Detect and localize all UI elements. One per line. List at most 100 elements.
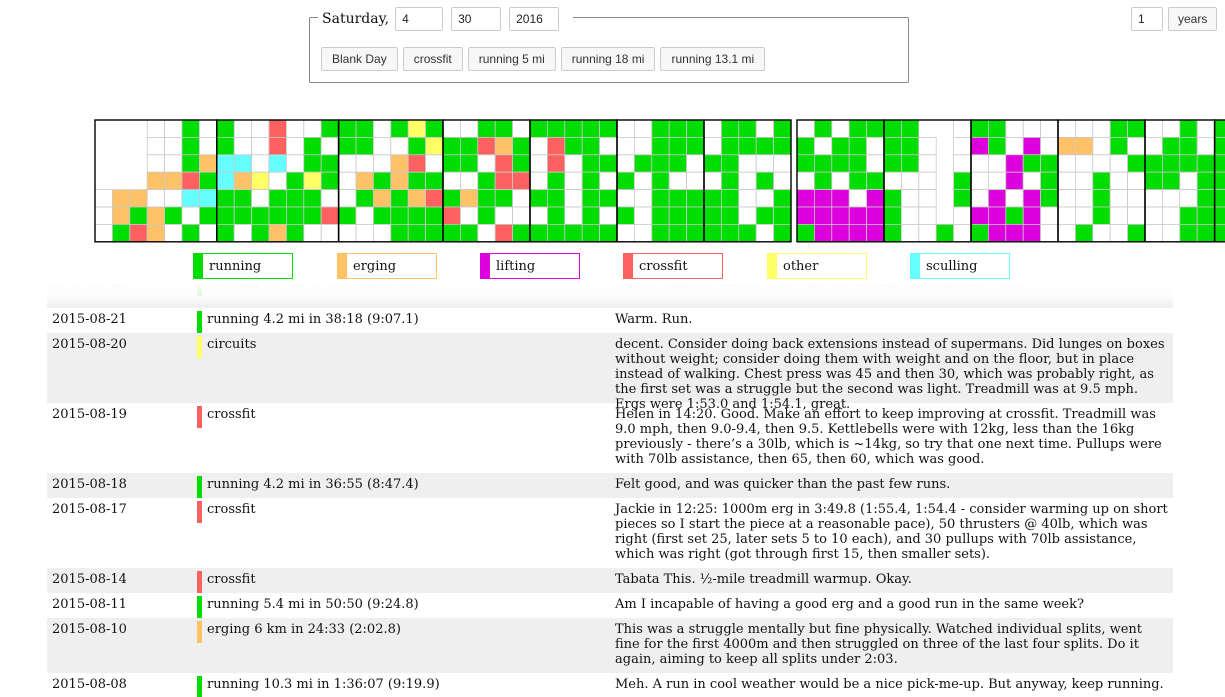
calendar-day-empty[interactable] [1040,223,1059,243]
calendar-day-running[interactable] [796,136,815,156]
calendar-day-empty[interactable] [1092,223,1111,243]
calendar-day-running[interactable] [1092,189,1111,208]
calendar-day-empty[interactable] [198,223,218,243]
calendar-day-empty[interactable] [953,206,972,225]
calendar-day-empty[interactable] [1196,136,1215,156]
calendar-day-empty[interactable] [1109,189,1128,208]
calendar-day-empty[interactable] [1162,206,1181,225]
calendar-day-running[interactable] [883,189,902,208]
calendar-day-erging[interactable] [1075,136,1094,156]
calendar-day-running[interactable] [1162,171,1181,190]
calendar-day-running[interactable] [738,223,757,243]
calendar-day-empty[interactable] [1057,154,1076,173]
calendar-day-empty[interactable] [1127,171,1146,190]
calendar-day-empty[interactable] [564,206,583,225]
calendar-day-running[interactable] [564,223,583,243]
calendar-day-empty[interactable] [338,189,357,208]
calendar-day-empty[interactable] [773,171,792,190]
log-row[interactable]: 2015-08-20 circuits decent. Consider doing… [47,333,1173,412]
calendar-day-running[interactable] [1162,136,1181,156]
calendar-day-empty[interactable] [918,136,937,156]
calendar-day-running[interactable] [581,189,601,208]
calendar-day-running[interactable] [425,206,444,225]
calendar-day-running[interactable] [651,136,670,156]
calendar-day-running[interactable] [970,119,989,138]
calendar-day-running[interactable] [303,206,322,225]
calendar-day-running[interactable] [883,119,902,138]
calendar-day-running[interactable] [814,171,833,190]
calendar-day-running[interactable] [494,189,514,208]
calendar-day-running[interactable] [866,119,885,138]
calendar-day-empty[interactable] [755,154,775,173]
calendar-day-running[interactable] [814,154,833,173]
calendar-day-erging[interactable] [407,189,427,208]
calendar-day-empty[interactable] [866,154,885,173]
calendar-day-running[interactable] [721,223,740,243]
calendar-day-empty[interactable] [198,119,218,138]
calendar-day-running[interactable] [233,206,252,225]
calendar-day-running[interactable] [1214,171,1225,190]
calendar-day-running[interactable] [529,189,548,208]
calendar-day-running[interactable] [581,223,601,243]
calendar-day-running[interactable] [668,136,688,156]
calendar-day-empty[interactable] [1127,189,1146,208]
calendar-day-running[interactable] [547,206,566,225]
calendar-day-running[interactable] [901,154,920,173]
calendar-day-running[interactable] [599,154,618,173]
calendar-day-empty[interactable] [703,171,722,190]
calendar-day-empty[interactable] [512,206,531,225]
calendar-day-empty[interactable] [1040,206,1059,225]
calendar-day-empty[interactable] [1022,119,1042,138]
calendar-day-running[interactable] [616,206,635,225]
calendar-day-empty[interactable] [668,171,688,190]
calendar-day-running[interactable] [285,189,305,208]
calendar-day-erging[interactable] [112,206,131,225]
calendar-day-running[interactable] [686,189,705,208]
log-row[interactable]: 2015-08-21 running 4.2 mi in 38:18 (9:07.… [47,308,1173,333]
calendar-day-running[interactable] [529,119,548,138]
calendar-day-running[interactable] [1040,189,1059,208]
calendar-day-lifting[interactable] [848,223,868,243]
calendar-day-running[interactable] [1196,154,1215,173]
calendar-day-empty[interactable] [233,223,252,243]
calendar-day-erging[interactable] [146,223,165,243]
calendar-day-crossfit[interactable] [268,119,287,138]
calendar-day-lifting[interactable] [1005,223,1024,243]
calendar-day-empty[interactable] [738,154,757,173]
calendar-day-erging[interactable] [233,171,252,190]
calendar-day-empty[interactable] [1075,171,1094,190]
calendar-day-empty[interactable] [372,223,392,243]
calendar-day-running[interactable] [181,119,200,138]
calendar-day-empty[interactable] [796,171,815,190]
calendar-day-empty[interactable] [338,154,357,173]
calendar-day-empty[interactable] [1057,206,1076,225]
calendar-day-running[interactable] [1214,154,1225,173]
calendar-day-lifting[interactable] [988,223,1007,243]
calendar-day-empty[interactable] [616,189,635,208]
calendar-day-running[interactable] [285,206,305,225]
calendar-day-running[interactable] [285,223,305,243]
log-row[interactable]: 2015-08-17 crossfit Jackie in 12:25: 1000m… [47,498,1173,568]
calendar-day-empty[interactable] [1162,119,1181,138]
calendar-day-running[interactable] [303,136,322,156]
calendar-day-lifting[interactable] [1022,189,1042,208]
calendar-day-running[interactable] [181,223,200,243]
calendar-day-running[interactable] [547,189,566,208]
calendar-day-empty[interactable] [251,189,270,208]
calendar-day-lifting[interactable] [866,189,885,208]
calendar-day-erging[interactable] [112,189,131,208]
calendar-day-running[interactable] [442,154,461,173]
calendar-day-running[interactable] [668,206,688,225]
calendar-day-running[interactable] [547,171,566,190]
calendar-day-running[interactable] [651,223,670,243]
calendar-day-running[interactable] [721,119,740,138]
calendar-day-running[interactable] [512,223,531,243]
calendar-day-running[interactable] [216,136,235,156]
calendar-day-running[interactable] [883,154,902,173]
calendar-day-empty[interactable] [703,119,722,138]
calendar-day-running[interactable] [372,171,392,190]
calendar-day-running[interactable] [848,136,868,156]
calendar-day-lifting[interactable] [970,136,989,156]
calendar-day-running[interactable] [547,119,566,138]
calendar-day-crossfit[interactable] [129,223,148,243]
